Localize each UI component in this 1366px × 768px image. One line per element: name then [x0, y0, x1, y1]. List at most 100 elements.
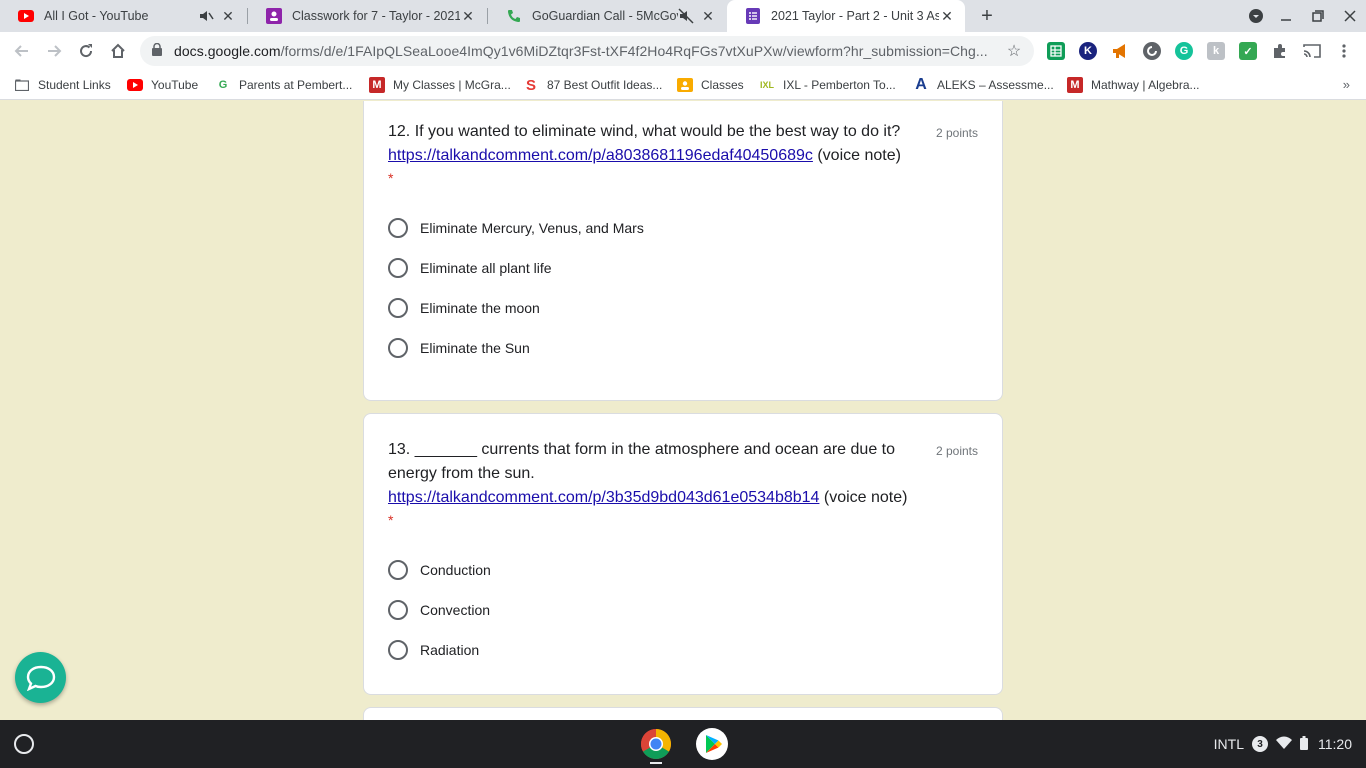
tab-goguardian[interactable]: GoGuardian Call - 5McGover ✕ [488, 0, 726, 32]
bookmark-label: My Classes | McGra... [393, 78, 511, 92]
radio-button[interactable] [388, 338, 408, 358]
tab-classroom[interactable]: Classwork for 7 - Taylor - 2021 S ✕ [248, 0, 486, 32]
tab-title: GoGuardian Call - 5McGover [532, 9, 678, 23]
sheets-icon[interactable] [1047, 42, 1065, 60]
question-text: 12. If you wanted to eliminate wind, wha… [388, 123, 901, 140]
os-shelf: INTL 3 11:20 [0, 720, 1366, 768]
url-text: docs.google.com/forms/d/e/1FAIpQLSeaLooe… [174, 43, 988, 59]
extensions-puzzle-icon[interactable] [1271, 42, 1289, 60]
green-check-extension-icon[interactable]: ✓ [1239, 42, 1257, 60]
radio-option[interactable]: Conduction [388, 558, 491, 582]
cast-icon[interactable] [1303, 42, 1321, 60]
radio-option[interactable]: Eliminate the moon [388, 296, 540, 320]
s-logo-icon: S [525, 76, 536, 94]
bookmark-label: Mathway | Algebra... [1091, 78, 1200, 92]
play-store-icon[interactable] [696, 728, 728, 760]
bookmark-ixl[interactable]: IXL IXL - Pemberton To... [759, 76, 896, 94]
bookmark-label: 87 Best Outfit Ideas... [547, 78, 663, 92]
chrome-icon[interactable] [640, 728, 672, 764]
voice-note-link[interactable]: https://talkandcomment.com/p/3b35d9bd043… [388, 489, 819, 506]
radio-button[interactable] [388, 218, 408, 238]
menu-dots-icon[interactable] [1335, 42, 1353, 60]
lock-icon[interactable] [152, 42, 166, 59]
bookmark-outfits[interactable]: S 87 Best Outfit Ideas... [523, 76, 662, 94]
muted-speaker-icon[interactable] [678, 8, 694, 24]
ixl-icon: IXL [759, 80, 774, 90]
grey-extension-icon[interactable]: k [1207, 42, 1225, 60]
radio-button[interactable] [388, 560, 408, 580]
browser-toolbar: docs.google.com/forms/d/e/1FAIpQLSeaLooe… [0, 32, 1366, 70]
close-tab-icon[interactable]: ✕ [700, 8, 716, 24]
classroom-icon [266, 8, 282, 24]
option-label: Convection [420, 602, 491, 618]
megaphone-icon[interactable] [1111, 42, 1129, 60]
restore-icon[interactable] [1303, 0, 1333, 32]
back-arrow-icon[interactable] [10, 39, 34, 63]
tab-title: 2021 Taylor - Part 2 - Unit 3 Asse [771, 9, 939, 23]
phone-icon [506, 8, 522, 24]
question-text: 13. _______ currents that form in the at… [388, 441, 895, 458]
question-card-next [363, 707, 1003, 720]
option-label: Eliminate the Sun [420, 340, 530, 356]
radio-option[interactable]: Radiation [388, 638, 479, 662]
status-area[interactable]: INTL 3 11:20 [1214, 730, 1352, 758]
radio-option[interactable]: Eliminate Mercury, Venus, and Mars [388, 216, 644, 240]
youtube-icon [127, 77, 143, 93]
points-label: 2 points [935, 126, 978, 140]
close-tab-icon[interactable]: ✕ [220, 8, 236, 24]
ime-label: INTL [1213, 736, 1244, 752]
muted-speaker-icon[interactable] [198, 8, 214, 24]
classroom-icon [677, 77, 693, 93]
tab-forms-active[interactable]: 2021 Taylor - Part 2 - Unit 3 Asse ✕ [727, 0, 965, 32]
grammarly-icon[interactable]: G [1175, 42, 1193, 60]
question-title: 12. If you wanted to eliminate wind, wha… [388, 120, 928, 168]
address-bar[interactable]: docs.google.com/forms/d/e/1FAIpQLSeaLooe… [140, 36, 1034, 66]
aleks-icon: A [915, 76, 927, 93]
reload-icon[interactable] [74, 39, 98, 63]
question-card-13: 13. _______ currents that form in the at… [363, 413, 1003, 695]
question-text: energy from the sun. [388, 465, 535, 482]
required-asterisk: * [388, 512, 394, 528]
question-title: 13. _______ currents that form in the at… [388, 438, 928, 510]
goguardian-extension-icon[interactable] [1143, 42, 1161, 60]
bookmark-mathway[interactable]: M Mathway | Algebra... [1067, 76, 1200, 94]
bookmark-student-links[interactable]: Student Links [14, 76, 111, 94]
clock: 11:20 [1318, 736, 1352, 752]
option-label: Conduction [420, 562, 491, 578]
radio-option[interactable]: Eliminate the Sun [388, 336, 530, 360]
more-bookmarks-chevron-icon[interactable]: » [1343, 77, 1350, 92]
radio-button[interactable] [388, 600, 408, 620]
radio-button[interactable] [388, 640, 408, 660]
points-label: 2 points [935, 444, 978, 458]
radio-option[interactable]: Convection [388, 598, 490, 622]
radio-button[interactable] [388, 298, 408, 318]
form-page: 12. If you wanted to eliminate wind, wha… [0, 101, 1366, 720]
radio-option[interactable]: Eliminate all plant life [388, 256, 552, 280]
tab-search-icon[interactable] [1241, 0, 1271, 32]
minimize-icon[interactable] [1271, 0, 1301, 32]
bookmark-star-icon[interactable]: ☆ [1004, 41, 1024, 61]
bookmark-label: Classes [701, 78, 744, 92]
bookmark-label: YouTube [151, 78, 199, 92]
new-tab-button[interactable]: + [976, 5, 998, 27]
close-window-icon[interactable] [1335, 0, 1365, 32]
bookmark-mcgraw[interactable]: M My Classes | McGra... [369, 76, 511, 94]
bookmark-youtube[interactable]: YouTube [127, 76, 198, 94]
voice-note-link[interactable]: https://talkandcomment.com/p/a8038681196… [388, 147, 813, 164]
bookmark-classes[interactable]: Classes [677, 76, 744, 94]
bookmark-aleks[interactable]: A ALEKS – Assessme... [913, 76, 1054, 94]
chat-bubble-icon[interactable] [15, 652, 66, 703]
battery-icon [1300, 735, 1308, 753]
k-extension-icon[interactable]: K [1079, 42, 1097, 60]
bookmark-label: Student Links [38, 78, 111, 92]
wifi-icon [1276, 736, 1292, 752]
launcher-icon[interactable] [14, 734, 34, 754]
forms-icon [745, 8, 761, 24]
radio-button[interactable] [388, 258, 408, 278]
home-icon[interactable] [106, 39, 130, 63]
tab-youtube[interactable]: All I Got - YouTube ✕ [0, 0, 246, 32]
bookmark-parents[interactable]: G Parents at Pembert... [215, 76, 353, 94]
close-tab-icon[interactable]: ✕ [939, 8, 955, 24]
forward-arrow-icon[interactable] [42, 39, 66, 63]
close-tab-icon[interactable]: ✕ [460, 8, 476, 24]
